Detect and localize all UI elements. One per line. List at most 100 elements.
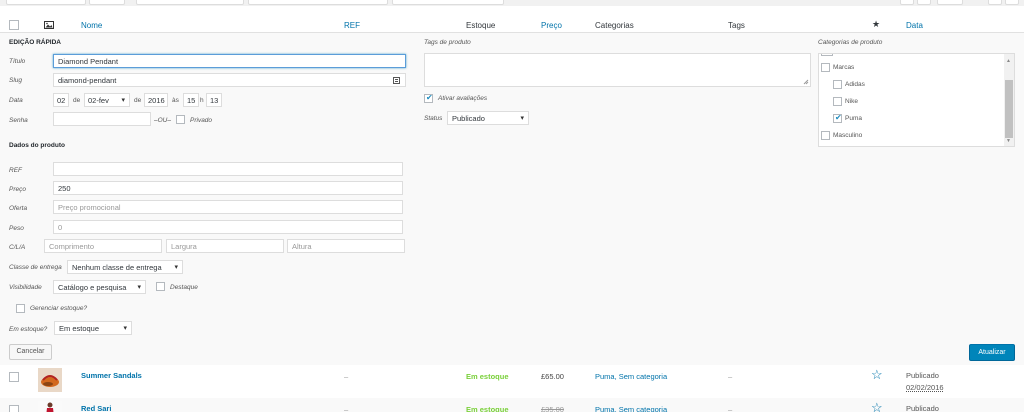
category-label: Marcas xyxy=(833,64,855,71)
destaque-checkbox[interactable] xyxy=(156,282,165,291)
product-ref: – xyxy=(344,372,349,381)
ref-label: REF xyxy=(9,167,22,174)
em-estoque-label: Em estoque? xyxy=(9,326,48,333)
em-estoque-select[interactable]: Em estoque xyxy=(54,321,132,335)
product-categories[interactable]: Puma, Sem categoria xyxy=(595,372,667,381)
scroll-thumb[interactable] xyxy=(1005,80,1013,138)
status-label: Status xyxy=(424,115,443,122)
bulk-actions-select[interactable] xyxy=(6,0,86,5)
minute-input[interactable]: 13 xyxy=(206,93,222,107)
ou-text: –OU– xyxy=(154,117,171,124)
dados-heading: Dados do produto xyxy=(9,142,65,149)
sari-image xyxy=(38,401,62,412)
column-tags: Tags xyxy=(728,21,745,30)
privado-checkbox[interactable] xyxy=(176,115,185,124)
table-header: Nome REF Estoque Preço Categorias Tags ★… xyxy=(0,6,1024,33)
gerenciar-label: Gerenciar estoque? xyxy=(30,305,88,312)
year-input[interactable]: 2016 xyxy=(144,93,168,107)
peso-label: Peso xyxy=(9,225,24,232)
titulo-input[interactable]: Diamond Pendant xyxy=(53,54,406,68)
category-checkbox[interactable] xyxy=(833,97,842,106)
visibilidade-select[interactable]: Catálogo e pesquisa xyxy=(53,280,146,294)
column-estoque: Estoque xyxy=(466,21,496,30)
sandals-image xyxy=(38,368,62,392)
product-categories[interactable]: Puma, Sem categoria xyxy=(595,405,667,412)
stock-status: Em estoque xyxy=(466,372,509,381)
category-checkbox[interactable] xyxy=(833,80,842,89)
last-page-button[interactable] xyxy=(1005,0,1019,5)
stock-status: Em estoque xyxy=(466,405,509,412)
slug-input[interactable]: diamond-pendant xyxy=(53,73,406,87)
first-page-button[interactable] xyxy=(900,0,914,5)
cancelar-button[interactable]: Cancelar xyxy=(9,344,52,360)
column-preco[interactable]: Preço xyxy=(541,21,562,30)
categorias-label: Categorias de produto xyxy=(818,39,883,46)
product-name-link[interactable]: Summer Sandals xyxy=(81,371,142,380)
tags-textarea[interactable] xyxy=(424,53,811,87)
oferta-input[interactable]: Preço promocional xyxy=(53,200,403,214)
product-tags: – xyxy=(728,405,733,412)
column-data[interactable]: Data xyxy=(906,21,923,30)
cla-label: C/L/A xyxy=(9,244,26,251)
post-status: Publicado xyxy=(906,371,939,380)
filter-category-select[interactable] xyxy=(136,0,244,5)
month-select[interactable]: 02-fev xyxy=(84,93,130,107)
hour-input[interactable]: 15 xyxy=(183,93,199,107)
product-thumbnail[interactable] xyxy=(38,401,62,412)
day-input[interactable]: 02 xyxy=(53,93,69,107)
largura-input[interactable]: Largura xyxy=(166,239,284,253)
row-checkbox[interactable] xyxy=(9,405,19,412)
column-ref[interactable]: REF xyxy=(344,21,360,30)
column-nome[interactable]: Nome xyxy=(81,21,102,30)
status-select[interactable]: Publicado xyxy=(447,111,529,125)
featured-star-icon[interactable]: ★ xyxy=(872,19,880,30)
quick-edit-heading: EDIÇÃO RÁPIDA xyxy=(9,39,62,46)
product-thumbnail[interactable] xyxy=(38,368,62,392)
resize-handle-icon[interactable] xyxy=(803,79,809,85)
ativar-avaliacoes-checkbox[interactable] xyxy=(424,93,433,103)
apply-button[interactable] xyxy=(89,0,125,5)
filter-type-select[interactable] xyxy=(248,0,388,5)
senha-input[interactable] xyxy=(53,112,151,126)
category-checkbox[interactable] xyxy=(821,131,830,140)
altura-input[interactable]: Altura xyxy=(287,239,405,253)
category-label: Puma xyxy=(845,115,862,122)
star-outline-icon[interactable]: ☆ xyxy=(871,400,883,412)
scroll-up-icon[interactable]: ▲ xyxy=(1006,58,1011,64)
data-label: Data xyxy=(9,97,23,104)
column-categorias: Categorias xyxy=(595,21,634,30)
ref-input[interactable] xyxy=(53,162,403,176)
product-ref: – xyxy=(344,405,349,412)
visibilidade-label: Visibilidade xyxy=(9,284,42,291)
next-page-button[interactable] xyxy=(988,0,1002,5)
product-name-link[interactable]: Red Sari xyxy=(81,404,111,412)
categories-scrollbar[interactable]: ▲ ▼ xyxy=(1004,54,1014,146)
destaque-label: Destaque xyxy=(170,284,198,291)
classe-select[interactable]: Nenhum classe de entrega xyxy=(67,260,183,274)
filter-stock-select[interactable] xyxy=(392,0,504,5)
atualizar-button[interactable]: Atualizar xyxy=(969,344,1015,361)
select-all-checkbox[interactable] xyxy=(9,20,19,30)
post-status: Publicado xyxy=(906,404,939,412)
category-checkbox[interactable] xyxy=(821,63,830,72)
comprimento-input[interactable]: Comprimento xyxy=(44,239,162,253)
gerenciar-checkbox[interactable] xyxy=(16,304,25,313)
peso-input[interactable]: 0 xyxy=(53,220,403,234)
as-text: às xyxy=(172,97,179,104)
titulo-label: Título xyxy=(9,58,26,65)
category-checkbox[interactable] xyxy=(833,113,842,123)
atualizar-button-wrap: Atualizar xyxy=(969,344,1015,361)
scroll-down-icon[interactable]: ▼ xyxy=(1006,138,1011,144)
de-text-2: de xyxy=(134,97,142,104)
table-row: Red Sari – Em estoque £35.00 Puma, Sem categ… xyxy=(0,398,1024,412)
preco-input[interactable]: 250 xyxy=(53,181,403,195)
contact-card-icon xyxy=(393,77,400,84)
categories-list[interactable]: Marcas Adidas Nike Puma Masculino ▲ ▼ xyxy=(818,53,1015,147)
page-number-input[interactable] xyxy=(937,0,963,5)
row-checkbox[interactable] xyxy=(9,372,19,382)
post-date: 02/02/2016 xyxy=(906,383,944,392)
star-outline-icon[interactable]: ☆ xyxy=(871,367,883,383)
prev-page-button[interactable] xyxy=(917,0,931,5)
ativar-avaliacoes-label: Ativar avaliações xyxy=(438,95,488,102)
cut-off-checkbox[interactable] xyxy=(821,54,833,56)
